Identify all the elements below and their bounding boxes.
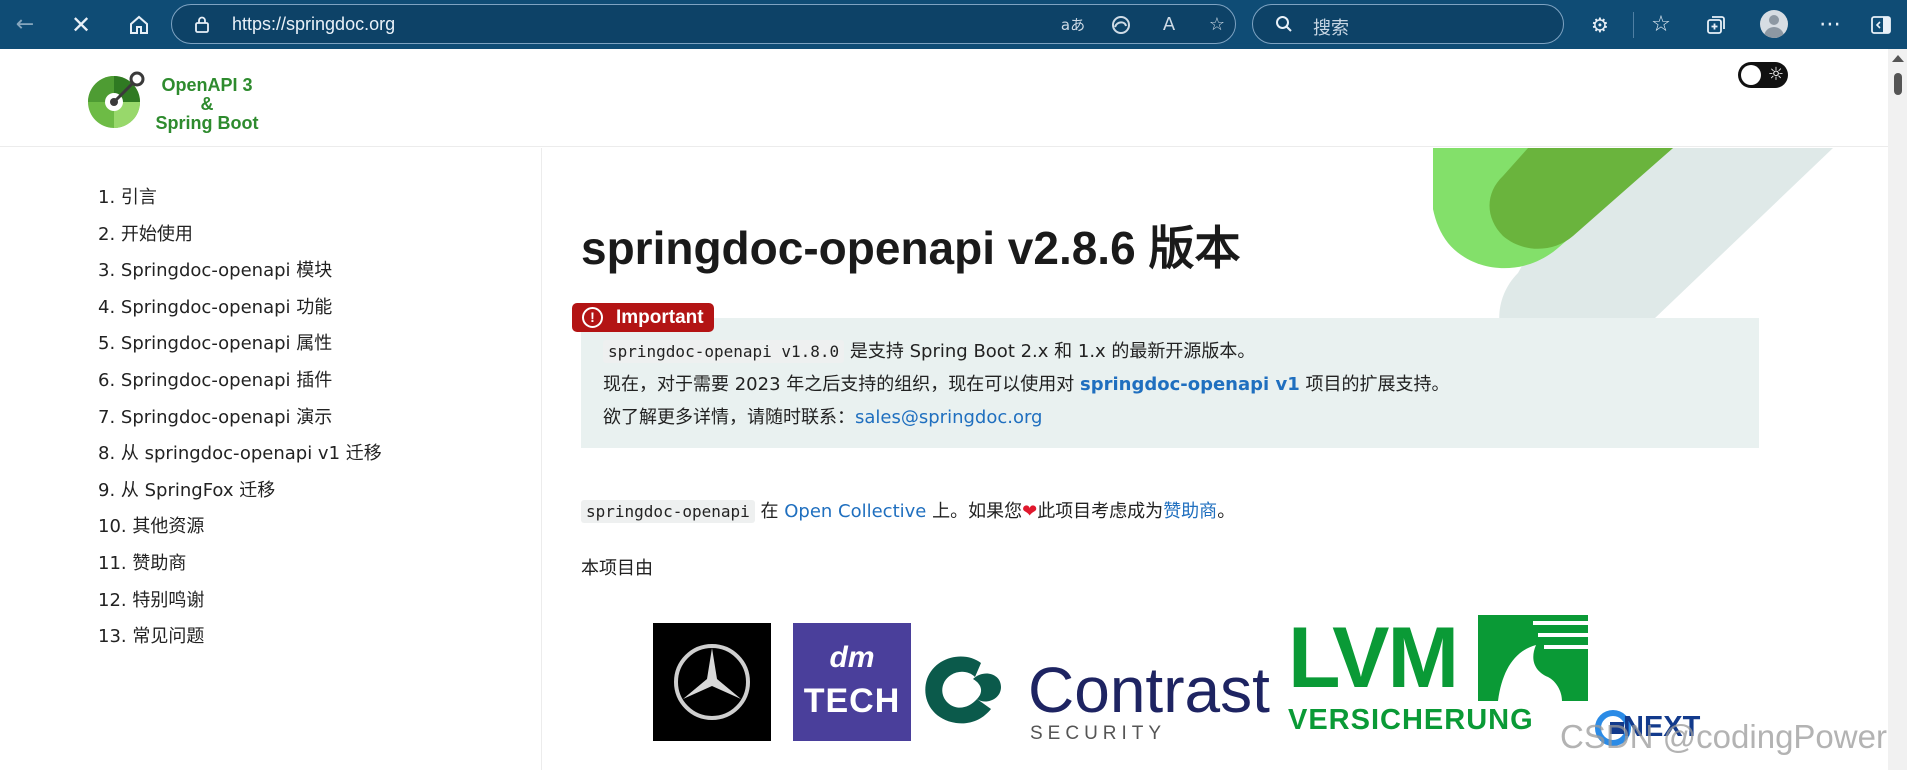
logo-line-springboot: Spring Boot <box>155 113 259 133</box>
para-text-1: 在 <box>754 501 785 522</box>
main-content: springdoc-openapi v2.8.6 版本 ! Important … <box>543 148 1888 770</box>
version-code: springdoc-openapi v1.8.0 <box>603 340 845 363</box>
url-text[interactable]: https://springdoc.org <box>232 14 395 35</box>
lock-icon[interactable] <box>194 15 210 33</box>
heart-icon: ❤ <box>1022 501 1038 522</box>
page-title: springdoc-openapi v2.8.6 版本 <box>581 222 1241 274</box>
contrast-logo-sub: SECURITY <box>1030 723 1167 744</box>
important-badge: ! Important <box>572 303 714 332</box>
more-menu-icon[interactable]: ⋯ <box>1815 10 1845 40</box>
back-icon[interactable]: ← <box>10 10 40 40</box>
toc-item[interactable]: 7. Springdoc-openapi 演示 <box>98 406 382 443</box>
sponsored-by-label: 本项目由 <box>581 558 653 579</box>
lvm-horse-icon <box>1478 615 1588 701</box>
important-line-1: springdoc-openapi v1.8.0 是支持 Spring Boot… <box>603 335 1449 368</box>
line1-text: 是支持 Spring Boot 2.x 和 1.x 的最新开源版本。 <box>844 341 1256 362</box>
favorite-star-icon[interactable]: ☆ <box>1204 13 1230 37</box>
toc-item[interactable]: 10. 其他资源 <box>98 515 382 552</box>
address-bar[interactable]: https://springdoc.org aあ A ☆ <box>171 4 1236 44</box>
sponsor-paragraph: springdoc-openapi 在 Open Collective 上。如果… <box>581 497 1235 527</box>
toc-item[interactable]: 13. 常见问题 <box>98 625 382 662</box>
important-line-2: 现在，对于需要 2023 年之后支持的组织，现在可以使用对 springdoc-… <box>603 368 1449 401</box>
dm-bottom-text: TECH <box>803 682 901 720</box>
openapi-logo-icon[interactable] <box>86 69 146 129</box>
browser-toolbar: ← ✕ https://springdoc.org aあ A ☆ 搜索 ⚙ ☆ … <box>0 0 1907 49</box>
para-text-3: 此项目考虑成为 <box>1037 501 1164 522</box>
sponsor-link[interactable]: 赞助商 <box>1163 501 1217 522</box>
dm-tech-logo[interactable]: dm TECH <box>793 623 911 741</box>
favorites-icon[interactable]: ☆ <box>1646 10 1676 40</box>
scroll-thumb[interactable] <box>1894 73 1902 95</box>
page-scrollbar[interactable] <box>1888 49 1907 770</box>
logo-line-openapi: OpenAPI 3 <box>161 75 253 95</box>
important-label: Important <box>616 307 704 328</box>
toc-item[interactable]: 8. 从 springdoc-openapi v1 迁移 <box>98 442 382 479</box>
toc-sidebar: 1. 引言 2. 开始使用 3. Springdoc-openapi 模块 4.… <box>0 148 542 770</box>
important-body: springdoc-openapi v1.8.0 是支持 Spring Boot… <box>603 335 1449 434</box>
toc-item[interactable]: 5. Springdoc-openapi 属性 <box>98 332 382 369</box>
search-icon <box>1276 16 1292 32</box>
site-header: OpenAPI 3 & Spring Boot ☼ <box>0 49 1888 147</box>
toc-item[interactable]: 1. 引言 <box>98 186 382 223</box>
theme-toggle[interactable]: ☼ <box>1738 62 1788 88</box>
line2-tail: 项目的扩展支持。 <box>1299 374 1450 395</box>
dm-top-text: dm <box>829 641 875 674</box>
toc-item[interactable]: 2. 开始使用 <box>98 223 382 260</box>
toc-list: 1. 引言 2. 开始使用 3. Springdoc-openapi 模块 4.… <box>98 186 382 662</box>
toc-item[interactable]: 9. 从 SpringFox 迁移 <box>98 479 382 516</box>
edge-browser-icon[interactable] <box>1108 13 1134 37</box>
lvm-logo-word[interactable]: LVM <box>1288 615 1459 701</box>
contrast-c-icon[interactable] <box>921 653 1003 725</box>
profile-avatar[interactable] <box>1760 10 1788 38</box>
sun-icon: ☼ <box>1767 64 1785 85</box>
sales-email-link[interactable]: sales@springdoc.org <box>855 407 1042 428</box>
toolbar-divider <box>1633 12 1634 38</box>
toc-item[interactable]: 12. 特别鸣谢 <box>98 589 382 626</box>
toggle-knob <box>1741 65 1761 85</box>
csdn-watermark: CSDN @codingPower <box>1560 718 1887 755</box>
important-line-3: 欲了解更多详情，请随时联系：sales@springdoc.org <box>603 401 1449 434</box>
toc-item[interactable]: 4. Springdoc-openapi 功能 <box>98 296 382 333</box>
stop-loading-icon[interactable]: ✕ <box>66 10 96 40</box>
toc-item[interactable]: 6. Springdoc-openapi 插件 <box>98 369 382 406</box>
logo-line-ampersand: & <box>200 94 214 114</box>
collections-icon[interactable] <box>1701 10 1731 40</box>
alert-icon: ! <box>582 307 603 328</box>
open-collective-link[interactable]: Open Collective <box>784 501 926 522</box>
contrast-logo-word[interactable]: Contrast <box>1028 658 1270 722</box>
line3-text: 欲了解更多详情，请随时联系： <box>603 407 855 428</box>
line2-text: 现在，对于需要 2023 年之后支持的组织，现在可以使用对 <box>603 374 1080 395</box>
para-text-2: 上。如果您 <box>926 501 1023 522</box>
springdoc-v1-link[interactable]: springdoc-openapi v1 <box>1080 374 1300 395</box>
toc-item[interactable]: 3. Springdoc-openapi 模块 <box>98 259 382 296</box>
toc-item[interactable]: 11. 赞助商 <box>98 552 382 589</box>
sidebar-toggle-icon[interactable] <box>1866 10 1896 40</box>
site-logo-text[interactable]: OpenAPI 3 & Spring Boot <box>152 76 262 133</box>
mercedes-star-icon <box>674 644 750 720</box>
scroll-up-arrow-icon[interactable] <box>1892 55 1904 62</box>
para-text-4: 。 <box>1217 501 1236 522</box>
search-box[interactable]: 搜索 <box>1252 4 1564 44</box>
project-code: springdoc-openapi <box>581 500 755 523</box>
web-page: OpenAPI 3 & Spring Boot ☼ 1. 引言 2. 开始使用 … <box>0 49 1888 770</box>
read-aloud-icon[interactable]: A <box>1156 13 1182 37</box>
extensions-icon[interactable]: ⚙ <box>1585 10 1615 40</box>
mercedes-benz-logo[interactable] <box>653 623 771 741</box>
lvm-logo-sub: VERSICHERUNG <box>1288 704 1534 736</box>
translate-icon[interactable]: aあ <box>1060 13 1086 37</box>
search-placeholder[interactable]: 搜索 <box>1313 14 1349 40</box>
home-icon[interactable] <box>124 10 154 40</box>
